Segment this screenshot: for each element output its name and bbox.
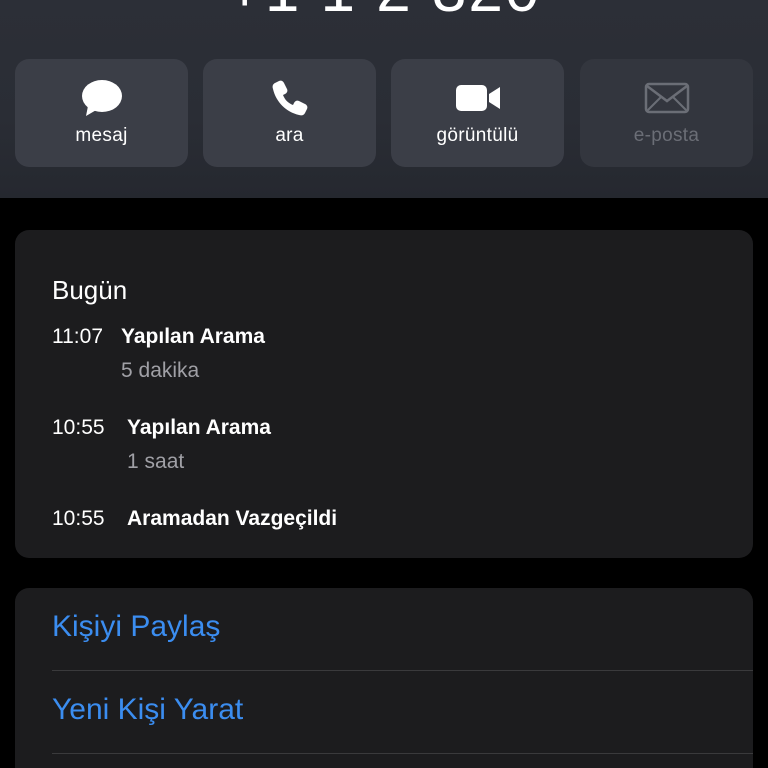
call-button-label: ara xyxy=(275,125,304,146)
call-type: Yapılan Arama xyxy=(127,416,271,439)
message-button[interactable]: mesaj xyxy=(15,59,188,167)
message-button-label: mesaj xyxy=(75,125,128,146)
contact-header: +1 1 2 320 mesaj ara xyxy=(0,0,768,198)
call-type: Yapılan Arama xyxy=(121,325,265,348)
phone-number: +1 1 2 320 xyxy=(0,0,768,22)
call-type: Aramadan Vazgeçildi xyxy=(127,507,338,530)
phone-icon xyxy=(203,78,376,118)
quick-actions: mesaj ara görüntülü e-posta xyxy=(15,59,753,167)
video-camera-icon xyxy=(391,78,564,118)
video-call-button[interactable]: görüntülü xyxy=(391,59,564,167)
call-time: 10:55 xyxy=(52,416,105,439)
share-contact-button[interactable]: Kişiyi Paylaş xyxy=(52,588,753,670)
call-time: 11:07 xyxy=(52,325,103,348)
recent-calls-card: Bugün 11:07 Yapılan Arama 5 dakika 10:55… xyxy=(15,230,753,558)
call-duration: 5 dakika xyxy=(121,359,200,382)
video-call-button-label: görüntülü xyxy=(436,125,519,146)
email-button[interactable]: e-posta xyxy=(580,59,753,167)
call-duration: 1 saat xyxy=(127,450,185,473)
email-button-label: e-posta xyxy=(633,125,700,146)
contact-details-screen: +1 1 2 320 mesaj ara xyxy=(0,0,768,768)
recents-day-title: Bugün xyxy=(52,275,128,305)
call-time: 10:55 xyxy=(52,507,105,530)
create-new-contact-label: Yeni Kişi Yarat xyxy=(52,693,244,726)
contact-actions-list: Kişiyi Paylaş Yeni Kişi Yarat xyxy=(15,588,753,768)
call-button[interactable]: ara xyxy=(203,59,376,167)
create-new-contact-button[interactable]: Yeni Kişi Yarat xyxy=(52,671,753,753)
share-contact-label: Kişiyi Paylaş xyxy=(52,610,221,643)
envelope-icon xyxy=(580,78,753,118)
divider xyxy=(52,753,753,754)
message-bubble-icon xyxy=(15,78,188,118)
